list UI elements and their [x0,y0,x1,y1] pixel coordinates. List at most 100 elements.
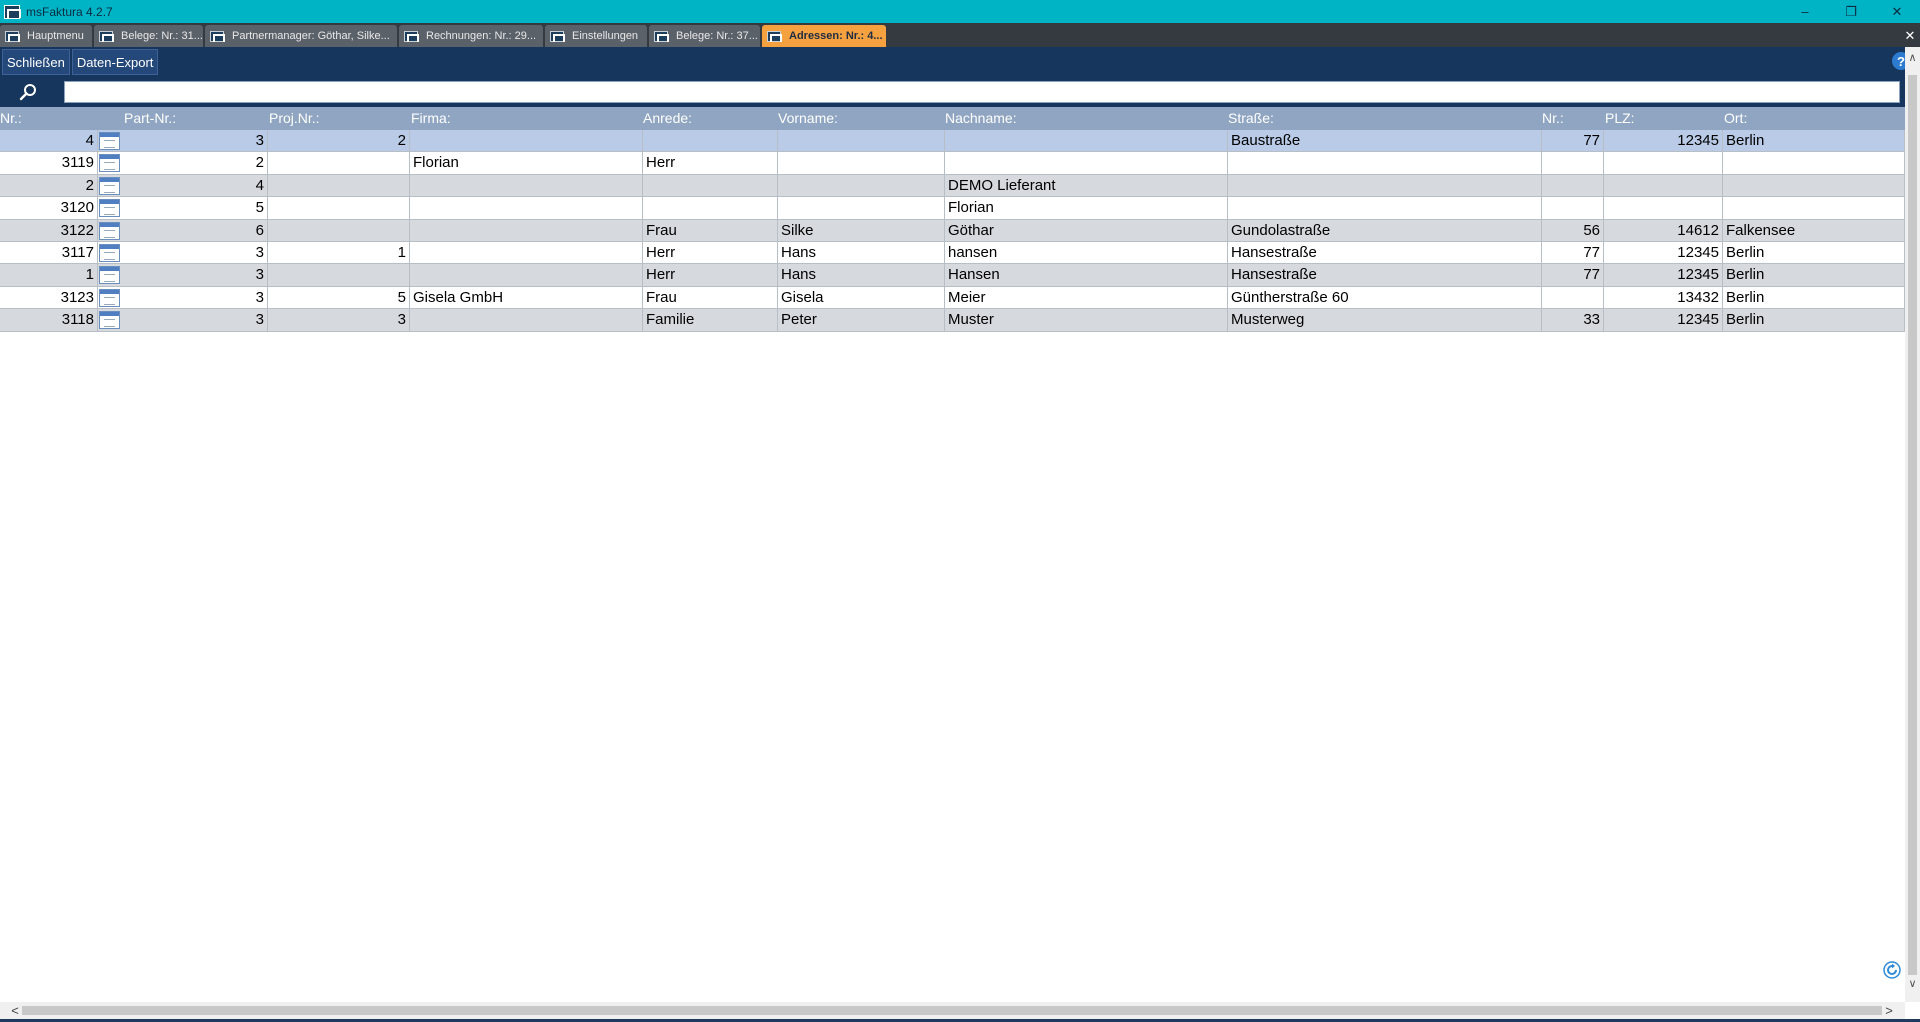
cell-plz[interactable] [1604,152,1723,175]
document-icon[interactable] [99,266,120,285]
cell-ort[interactable]: Berlin [1723,130,1905,152]
cell-vorname[interactable]: Hans [778,241,945,264]
cell-hnr[interactable]: 77 [1542,130,1604,152]
tab-5[interactable]: Belege: Nr.: 37... [649,25,760,47]
cell-vorname[interactable]: Gisela [778,286,945,309]
cell-firma[interactable] [410,197,643,220]
cell-part[interactable]: 3 [122,264,268,287]
cell-hnr[interactable] [1542,152,1604,175]
cell-ort[interactable] [1723,174,1905,197]
refresh-icon[interactable] [1883,961,1901,979]
cell-nachname[interactable]: hansen [945,241,1228,264]
cell-hnr[interactable]: 77 [1542,241,1604,264]
cell-firma[interactable] [410,241,643,264]
table-row[interactable]: 3119 2 Florian Herr [0,152,1905,175]
cell-plz[interactable]: 13432 [1604,286,1723,309]
cell-ort[interactable]: Falkensee [1723,219,1905,242]
scroll-up-icon[interactable]: ∧ [1905,49,1920,65]
cell-part[interactable]: 3 [122,309,268,332]
vertical-scroll-thumb[interactable] [1908,75,1917,975]
cell-nachname[interactable]: Meier [945,286,1228,309]
cell-firma[interactable] [410,309,643,332]
cell-anrede[interactable] [643,130,778,152]
cell-firma[interactable] [410,264,643,287]
cell-proj[interactable] [268,174,410,197]
horizontal-scroll-thumb[interactable] [22,1006,1882,1015]
cell-part[interactable]: 2 [122,152,268,175]
cell-vorname[interactable] [778,174,945,197]
cell-strasse[interactable]: Güntherstraße 60 [1228,286,1542,309]
cell-proj[interactable]: 2 [268,130,410,152]
column-header-hnr[interactable]: Nr.: [1542,110,1564,126]
cell-nachname[interactable]: Muster [945,309,1228,332]
column-header-plz[interactable]: PLZ: [1605,110,1635,126]
table-row[interactable]: 3120 5 Florian [0,197,1905,220]
cell-nr[interactable]: 1 [0,264,98,287]
cell-nr[interactable]: 3122 [0,219,98,242]
cell-plz[interactable] [1604,197,1723,220]
cell-vorname[interactable]: Peter [778,309,945,332]
cell-proj[interactable] [268,264,410,287]
cell-firma[interactable] [410,130,643,152]
cell-plz[interactable]: 12345 [1604,130,1723,152]
cell-strasse[interactable] [1228,197,1542,220]
close-window-button[interactable]: ✕ [1874,0,1920,23]
cell-nachname[interactable] [945,130,1228,152]
cell-vorname[interactable] [778,152,945,175]
scroll-down-icon[interactable]: ∨ [1905,975,1920,991]
cell-part[interactable]: 5 [122,197,268,220]
cell-vorname[interactable] [778,197,945,220]
document-icon[interactable] [99,199,120,218]
horizontal-scrollbar[interactable]: < > [0,1002,1905,1019]
cell-firma[interactable] [410,219,643,242]
column-header-firma[interactable]: Firma: [411,110,451,126]
column-header-strasse[interactable]: Straße: [1228,110,1274,126]
column-header-ort[interactable]: Ort: [1724,110,1747,126]
cell-plz[interactable]: 12345 [1604,241,1723,264]
cell-hnr[interactable]: 77 [1542,264,1604,287]
cell-nr[interactable]: 4 [0,130,98,152]
cell-anrede[interactable] [643,197,778,220]
cell-firma[interactable]: Florian [410,152,643,175]
cell-strasse[interactable]: Baustraße [1228,130,1542,152]
cell-vorname[interactable]: Hans [778,264,945,287]
cell-ort[interactable]: Berlin [1723,264,1905,287]
cell-anrede[interactable]: Herr [643,264,778,287]
tab-1[interactable]: Belege: Nr.: 31... [94,25,203,47]
cell-hnr[interactable]: 56 [1542,219,1604,242]
column-header-nr[interactable]: Nr.: [0,110,22,126]
table-row[interactable]: 3123 3 5 Gisela GmbH Frau Gisela Meier Günthers… [0,286,1905,310]
document-icon[interactable] [99,176,120,195]
cell-ort[interactable] [1723,197,1905,220]
document-icon[interactable] [99,288,120,307]
cell-ort[interactable]: Berlin [1723,309,1905,332]
cell-proj[interactable]: 1 [268,241,410,264]
vertical-scrollbar[interactable]: ∧ ∨ [1905,47,1920,1002]
table-row[interactable]: 3122 6 Frau Silke Göthar Gundolastraße 56 14612… [0,219,1905,242]
cell-nr[interactable]: 2 [0,174,98,197]
cell-strasse[interactable]: Hansestraße [1228,264,1542,287]
cell-plz[interactable]: 12345 [1604,264,1723,287]
table-row[interactable]: 2 4 DEMO Lieferant [0,174,1905,198]
search-icon[interactable] [18,82,38,102]
cell-plz[interactable]: 12345 [1604,309,1723,332]
cell-hnr[interactable]: 33 [1542,309,1604,332]
cell-anrede[interactable]: Herr [643,241,778,264]
cell-part[interactable]: 3 [122,286,268,309]
cell-hnr[interactable] [1542,197,1604,220]
table-row[interactable]: 1 3 Herr Hans Hansen Hansestraße 77 12345 Berlin [0,264,1905,287]
close-tab-icon[interactable]: ✕ [1900,25,1920,47]
cell-nachname[interactable]: DEMO Lieferant [945,174,1228,197]
search-input[interactable] [64,81,1900,103]
column-header-anrede[interactable]: Anrede: [643,110,692,126]
scroll-right-icon[interactable]: > [1880,1002,1898,1019]
document-icon[interactable] [99,132,120,150]
cell-part[interactable]: 3 [122,130,268,152]
table-row[interactable]: 4 3 2 Baustraße 77 12345 Berlin [0,130,1905,153]
table-row[interactable]: 3118 3 3 Familie Peter Muster Musterweg 33 12345… [0,309,1905,332]
column-header-proj[interactable]: Proj.Nr.: [269,110,320,126]
cell-nr[interactable]: 3118 [0,309,98,332]
cell-nr[interactable]: 3117 [0,241,98,264]
cell-part[interactable]: 6 [122,219,268,242]
cell-part[interactable]: 4 [122,174,268,197]
